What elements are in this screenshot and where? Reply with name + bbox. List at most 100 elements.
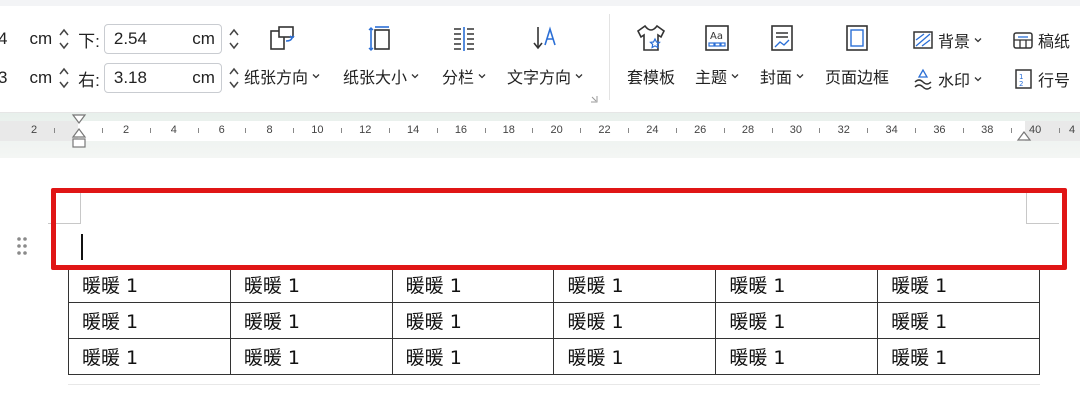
ruler-tick-label: 2 [30,124,38,136]
columns-label: 分栏 [442,70,475,87]
ruler-tick-label: 38 [981,124,994,136]
ruler-tick-mark [388,128,390,133]
table-cell[interactable]: 暖暖 1 [553,266,717,303]
text-direction-button[interactable]: 文字方向 [507,22,583,88]
table-cell[interactable]: 暖暖 1 [391,302,555,339]
page-border-button[interactable]: 页面边框 [825,22,889,88]
ruler-tick-label: 2 [122,124,130,136]
ruler-tick-label: 16 [454,124,468,136]
ruler-tick-label: 18 [502,124,515,136]
margin-right-partial-spinner[interactable] [57,63,71,93]
watermark-button[interactable]: 水印 [912,67,982,91]
table-cell[interactable]: 暖暖 1 [877,266,1040,303]
text-direction-label: 文字方向 [507,70,572,87]
margin-unit: cm [29,29,53,48]
theme-icon: Aa [701,22,733,54]
ruler-tick-mark [1010,128,1012,133]
margin-right-unit: cm [192,68,215,87]
watermark-icon [912,68,934,90]
ruler-tick-label: 14 [406,124,420,136]
paper-size-icon [365,22,397,54]
table-cell[interactable]: 暖暖 1 [68,338,231,375]
page-border-icon [841,22,873,54]
ruler-tick-label: 26 [694,124,707,136]
table-cell[interactable]: 暖暖 1 [715,266,879,303]
table-cell[interactable]: 暖暖 1 [68,266,231,303]
table-cell[interactable]: 暖暖 1 [391,338,555,375]
table-row: 暖暖 1 暖暖 1 暖暖 1 暖暖 1 暖暖 1 暖暖 1 [68,338,1040,375]
orientation-icon [266,22,298,54]
ruler-tick-label: 4 [1068,124,1076,136]
ruler-tick-mark [819,128,821,133]
chevron-down-icon [974,38,982,43]
chevron-down-icon [312,74,320,79]
chevron-down-icon [974,77,982,82]
indent-marker-icon[interactable] [70,113,88,155]
ruler-tick-label: 30 [789,124,803,136]
table-cell[interactable]: 暖暖 1 [553,338,717,375]
ruler-tick-mark [532,128,534,133]
margin-right-spinner[interactable] [227,63,241,93]
table-cell[interactable]: 暖暖 1 [877,338,1040,375]
margin-left-spinner[interactable] [57,24,71,54]
columns-button[interactable]: 分栏 [442,22,486,88]
ruler-tick-mark [197,128,199,133]
margin-right-input[interactable]: 3.18 cm [103,63,222,93]
paper-size-label: 纸张大小 [343,70,408,87]
ruler-tick-label: 24 [646,124,659,136]
ribbon-top-strip [0,0,1080,6]
right-indent-marker-icon[interactable] [1015,128,1033,146]
margin-unit-2: cm [29,68,53,87]
margin-row-top: 4 cm 下: 2.54 cm [0,24,248,54]
chevron-down-icon [411,74,419,79]
chevron-down-icon [478,74,486,79]
line-number-icon: 12 [1012,68,1034,90]
horizontal-ruler[interactable] [0,121,1080,141]
paper-orientation-button[interactable]: 纸张方向 [244,22,320,88]
ruler-tick-label: 34 [885,124,898,136]
margin-bottom-value: 2.54 [113,29,147,48]
margin-row-bottom: 3 cm 右: 3.18 cm [0,63,248,93]
document-table[interactable]: 暖暖 1 暖暖 1 暖暖 1 暖暖 1 暖暖 1 暖暖 1 暖暖 1 暖暖 1 暖暖 1 暖暖 1… [68,266,1040,375]
drag-handle-icon[interactable] [16,236,28,256]
background-icon [912,29,934,51]
margin-bottom-input[interactable]: 2.54 cm [103,24,222,54]
cover-button[interactable]: 封面 [760,22,804,88]
template-button[interactable]: 套模板 [627,22,675,88]
paper-size-button[interactable]: 纸张大小 [343,22,419,88]
ruler-tick-mark [915,128,917,133]
table-cell[interactable]: 暖暖 1 [229,266,393,303]
ruler-tick-label: 4 [170,124,177,136]
table-cell[interactable]: 暖暖 1 [229,302,393,339]
columns-icon [448,22,480,54]
ruler-tick-label: 12 [359,124,372,136]
theme-button[interactable]: Aa 主题 [695,22,739,88]
table-cell[interactable]: 暖暖 1 [229,338,393,375]
table-cell[interactable]: 暖暖 1 [391,266,555,303]
page-bottom-line [68,384,1040,385]
ruler-tick-label: 6 [218,124,225,136]
manuscript-button[interactable]: 稿纸 [1012,28,1070,52]
table-row: 暖暖 1 暖暖 1 暖暖 1 暖暖 1 暖暖 1 暖暖 1 [68,302,1040,339]
ruler-tick-mark [580,128,582,133]
table-cell[interactable]: 暖暖 1 [715,338,879,375]
table-cell[interactable]: 暖暖 1 [715,302,879,339]
dialog-launcher-icon[interactable] [590,95,598,103]
ruler-tick-mark [1058,128,1060,133]
ruler-tick-mark [867,128,869,133]
cover-icon [766,22,798,54]
table-cell[interactable]: 暖暖 1 [68,302,231,339]
table-cell[interactable]: 暖暖 1 [553,302,717,339]
manuscript-label: 稿纸 [1038,34,1071,51]
background-button[interactable]: 背景 [912,28,982,52]
ribbon-separator [609,14,610,100]
theme-label: 主题 [695,70,728,87]
ruler-tick-label: 36 [933,124,946,136]
ruler-tick-mark [436,128,438,133]
ruler-tick-label: 32 [837,124,850,136]
template-label: 套模板 [627,70,676,87]
table-cell[interactable]: 暖暖 1 [877,302,1040,339]
ruler-tick-label: 22 [598,124,611,136]
margin-bottom-spinner[interactable] [227,24,241,54]
line-number-button[interactable]: 12 行号 [1012,67,1070,91]
